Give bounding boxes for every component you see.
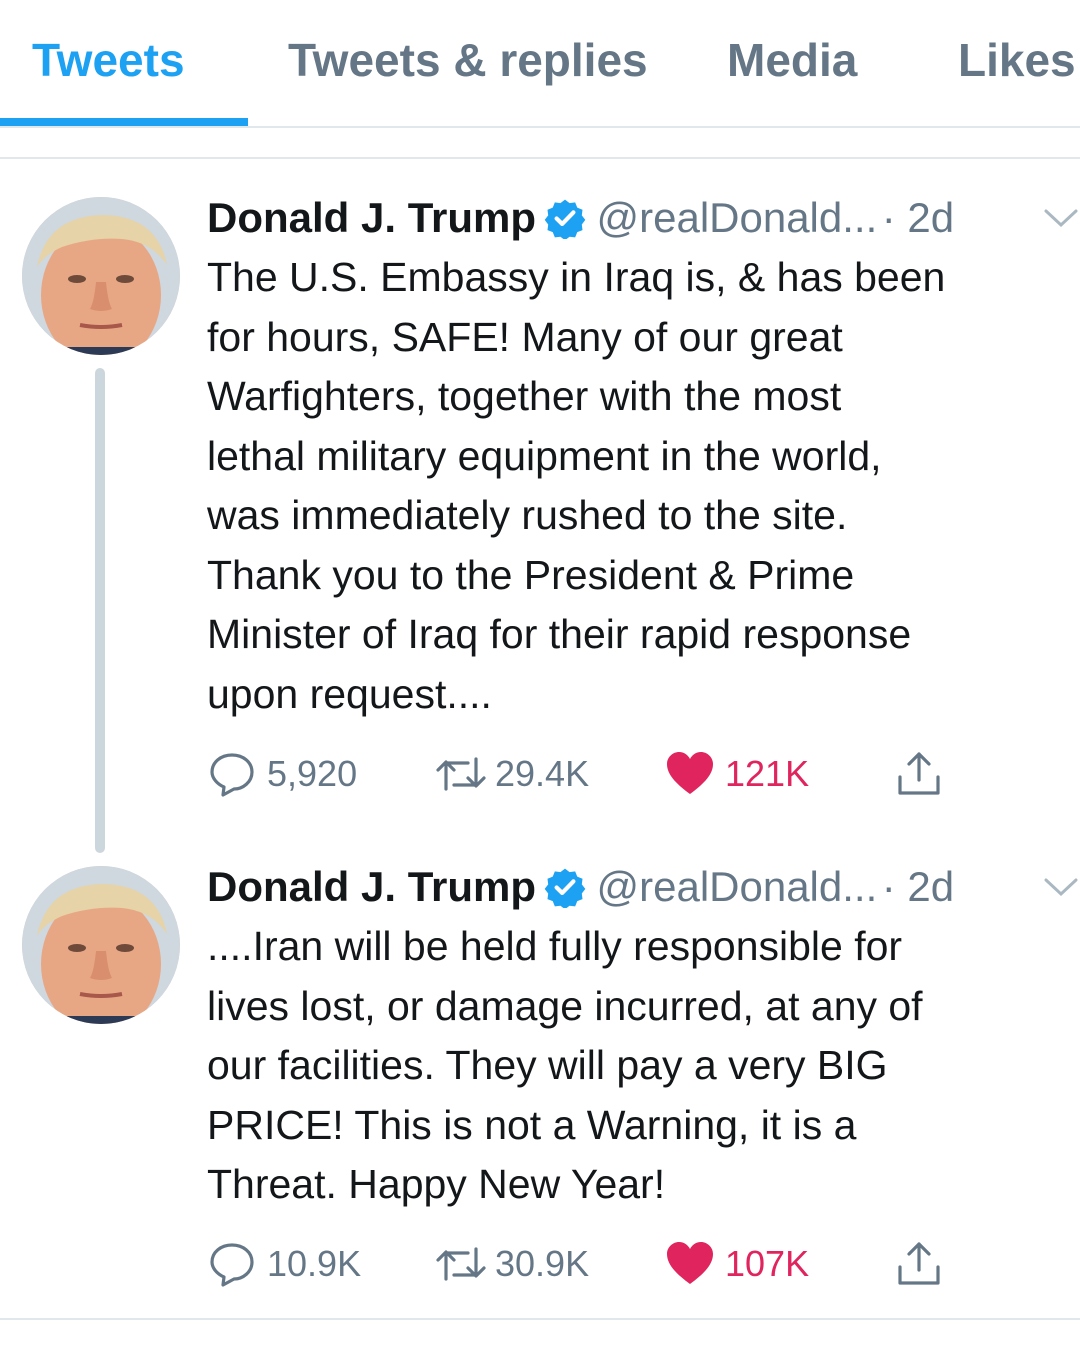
avatar[interactable] [22, 866, 180, 1024]
retweet-icon [436, 1247, 486, 1281]
tab-tweets-and-replies[interactable]: Tweets & replies [288, 30, 648, 90]
like-count: 121K [725, 753, 810, 794]
reply-icon [210, 753, 254, 797]
tweet-header: Donald J. Trump @realDonald... · 2d [207, 190, 954, 246]
author-handle[interactable]: @realDonald... [596, 194, 877, 241]
share-icon [898, 1242, 940, 1285]
retweet-icon [436, 757, 486, 791]
reply-count: 10.9K [267, 1243, 362, 1284]
tab-likes[interactable]: Likes [958, 30, 1076, 90]
tweet-text: ....Iran will be held fully responsible … [207, 923, 923, 1207]
reply-count: 5,920 [267, 753, 358, 794]
avatar-image [22, 197, 180, 355]
verified-badge-icon [544, 868, 586, 908]
divider [0, 157, 1080, 159]
divider [0, 1318, 1080, 1320]
heart-icon [667, 1242, 713, 1284]
chevron-down-icon[interactable] [1042, 874, 1080, 900]
retweet-count: 30.9K [495, 1243, 590, 1284]
author-name[interactable]: Donald J. Trump [207, 863, 536, 910]
author-name[interactable]: Donald J. Trump [207, 194, 536, 241]
avatar-image [22, 866, 180, 1024]
retweet-count: 29.4K [495, 753, 590, 794]
tab-tweets[interactable]: Tweets [32, 30, 185, 90]
tweet-actions: 5,920 29.4K 121K [207, 749, 967, 799]
profile-tabs: Tweets Tweets & replies Media Likes [0, 0, 1080, 128]
tweet-text: The U.S. Embassy in Iraq is, & has been … [207, 254, 946, 717]
tweet-actions: 10.9K 30.9K 107K [207, 1239, 967, 1289]
like-count: 107K [725, 1243, 810, 1284]
heart-icon [667, 752, 713, 794]
avatar[interactable] [22, 197, 180, 355]
reply-icon [210, 1243, 254, 1287]
active-tab-indicator [0, 118, 248, 126]
tab-media[interactable]: Media [727, 30, 857, 90]
verified-badge-icon [544, 199, 586, 239]
tweet-time[interactable]: · 2d [882, 194, 954, 241]
tweet-time[interactable]: · 2d [882, 863, 954, 910]
author-handle[interactable]: @realDonald... [596, 863, 877, 910]
share-icon [898, 752, 940, 795]
tweet-header: Donald J. Trump @realDonald... · 2d [207, 859, 954, 915]
thread-connector [95, 368, 105, 853]
chevron-down-icon[interactable] [1042, 205, 1080, 231]
